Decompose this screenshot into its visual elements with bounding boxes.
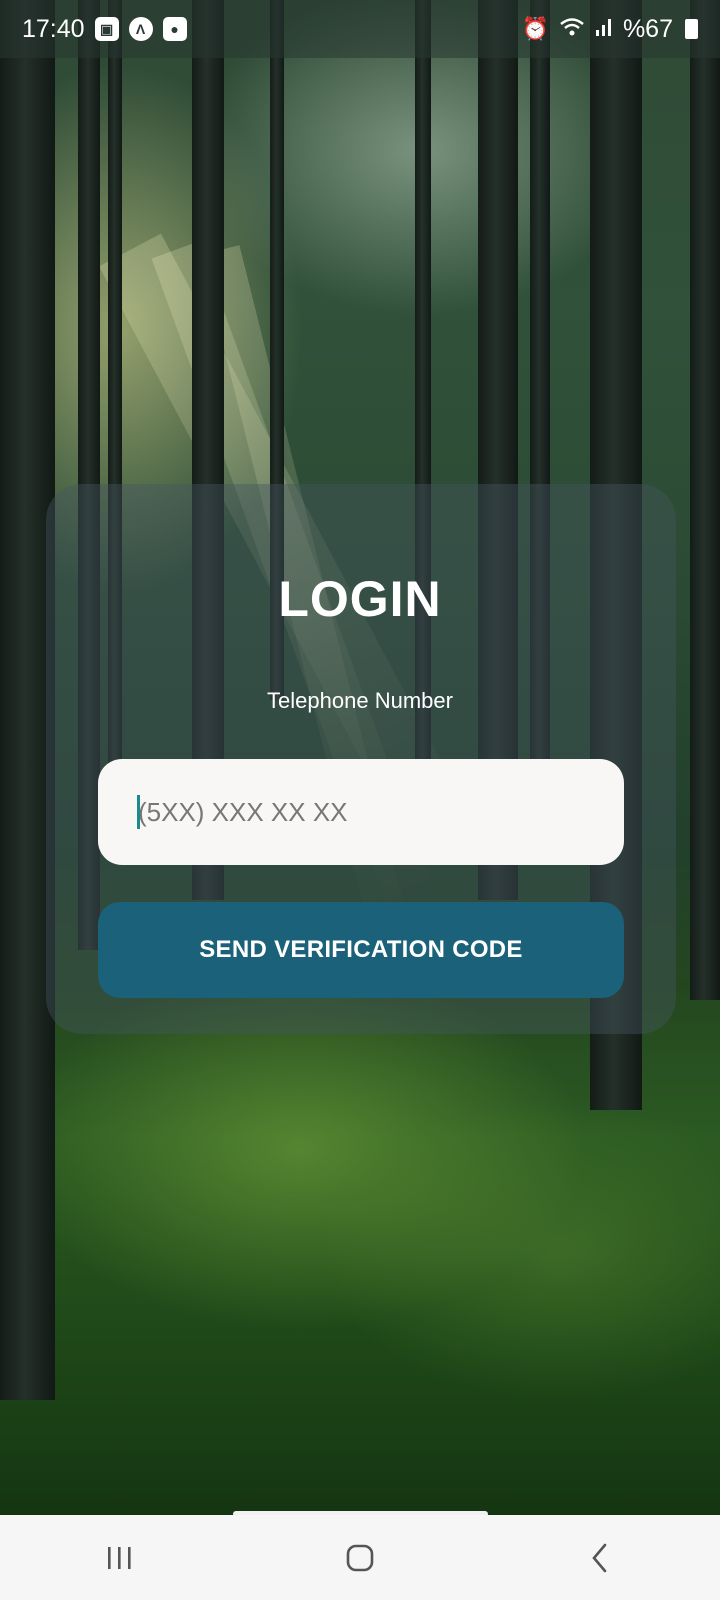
navigation-bar — [0, 1515, 720, 1600]
send-verification-code-button[interactable]: SEND VERIFICATION CODE — [98, 902, 624, 998]
status-bar: 17:40 ▣ Λ ● ⏰ %67 — [0, 0, 720, 58]
battery-icon — [685, 19, 698, 39]
signal-icon — [595, 15, 613, 44]
tree-trunk — [690, 0, 720, 1000]
back-icon[interactable] — [560, 1528, 640, 1588]
status-left: 17:40 ▣ Λ ● — [22, 15, 187, 44]
gallery-icon: ▣ — [94, 17, 119, 41]
status-right: ⏰ %67 — [522, 15, 698, 44]
status-time: 17:40 — [22, 14, 85, 43]
recents-icon[interactable] — [80, 1528, 160, 1588]
wifi-icon — [559, 15, 585, 44]
battery-text: %67 — [622, 14, 673, 43]
alarm-icon: ⏰ — [521, 16, 549, 41]
a-icon: Λ — [128, 17, 153, 41]
home-icon[interactable] — [320, 1528, 400, 1588]
phone-input[interactable] — [98, 759, 624, 865]
phone-label: Telephone Number — [267, 688, 453, 713]
text-caret — [137, 795, 140, 829]
login-title: LOGIN — [278, 571, 442, 627]
record-icon: ● — [162, 17, 187, 41]
